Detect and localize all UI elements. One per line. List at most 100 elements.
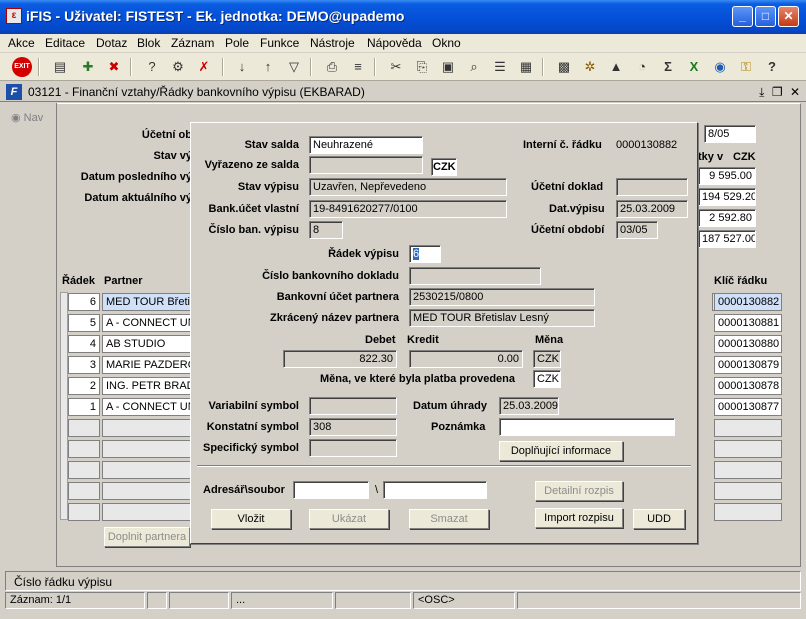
table-row-partner[interactable]: ING. PETR BRADA xyxy=(102,377,192,395)
poznamka-field[interactable] xyxy=(499,418,675,436)
query-icon[interactable]: ? xyxy=(142,57,162,77)
table-row-empty[interactable] xyxy=(102,419,192,437)
table-row-empty[interactable] xyxy=(714,482,782,500)
copy-icon[interactable]: ⎘ xyxy=(412,57,432,77)
ucetni-doklad-field[interactable] xyxy=(616,178,688,196)
execute-query-icon[interactable]: ⚙ xyxy=(168,57,188,77)
table-row-empty[interactable] xyxy=(102,482,192,500)
close-button[interactable]: ✕ xyxy=(778,6,799,27)
cislo-dokladu-field[interactable] xyxy=(409,267,541,285)
menu-nastroje[interactable]: Nástroje xyxy=(310,36,355,50)
form-close-icon[interactable]: ✕ xyxy=(790,85,800,99)
table-row-empty[interactable] xyxy=(68,482,100,500)
poznamka-label: Poznámka xyxy=(431,421,486,433)
status-cell xyxy=(335,592,411,609)
table-row-klic[interactable]: 0000130880 xyxy=(714,335,782,353)
table-row-empty[interactable] xyxy=(102,461,192,479)
stav-salda-field[interactable]: Neuhrazené xyxy=(309,136,423,154)
doplnit-partnera-button[interactable]: Doplnit partnera xyxy=(104,527,190,547)
vyrazeno-mena-field[interactable]: CZK xyxy=(431,158,457,176)
table-row-partner[interactable]: MED TOUR Břetisla xyxy=(102,293,192,311)
table-row-empty[interactable] xyxy=(714,461,782,479)
ukazat-button[interactable]: Ukázat xyxy=(309,509,389,529)
vyrazeno-field[interactable] xyxy=(309,156,423,174)
menu-zaznam[interactable]: Záznam xyxy=(171,36,214,50)
find-icon[interactable]: ⌕ xyxy=(464,57,484,77)
table-row-empty[interactable] xyxy=(714,419,782,437)
sum-icon[interactable]: Σ xyxy=(658,57,678,77)
radek-vypisu-field[interactable]: 6 xyxy=(409,245,441,263)
table-row-empty[interactable] xyxy=(714,440,782,458)
save-icon[interactable]: ▤ xyxy=(50,57,70,77)
import-rozpisu-button[interactable]: Import rozpisu xyxy=(535,508,623,528)
maximize-button[interactable]: □ xyxy=(755,6,776,27)
table-row-empty[interactable] xyxy=(714,503,782,521)
table-row-empty[interactable] xyxy=(68,461,100,479)
menu-editace[interactable]: Editace xyxy=(45,36,85,50)
udd-button[interactable]: UDD xyxy=(633,509,685,529)
table-row-partner[interactable]: AB STUDIO xyxy=(102,335,192,353)
delete-record-icon[interactable]: ✖ xyxy=(104,57,124,77)
table-row-radek[interactable]: 5 xyxy=(68,314,100,332)
form-minimize-icon[interactable]: ⤓ xyxy=(759,85,764,99)
mena-platby-field[interactable]: CZK xyxy=(533,370,561,388)
cut-icon[interactable]: ✂ xyxy=(386,57,406,77)
detailni-rozpis-button[interactable]: Detailní rozpis xyxy=(535,481,623,501)
table-row-klic[interactable]: 0000130879 xyxy=(714,356,782,374)
doplnujici-informace-button[interactable]: Doplňující informace xyxy=(499,441,623,461)
excel-icon[interactable]: X xyxy=(684,57,704,77)
list-icon[interactable]: ≡ xyxy=(348,57,368,77)
bg-period-field[interactable]: 8/05 xyxy=(704,125,756,143)
menu-napoveda[interactable]: Nápověda xyxy=(367,36,422,50)
menu-funkce[interactable]: Funkce xyxy=(260,36,299,50)
table-row-partner[interactable]: A - CONNECT UNE xyxy=(102,314,192,332)
table-row-radek[interactable]: 2 xyxy=(68,377,100,395)
menu-dotaz[interactable]: Dotaz xyxy=(96,36,127,50)
menu-akce[interactable]: Akce xyxy=(8,36,35,50)
adresar-soubor-label: Adresář\soubor xyxy=(203,484,285,496)
table-row-empty[interactable] xyxy=(68,503,100,521)
table-row-empty[interactable] xyxy=(102,440,192,458)
help-icon[interactable]: ? xyxy=(762,57,782,77)
smazat-button[interactable]: Smazat xyxy=(409,509,489,529)
clock-icon[interactable]: ◔ xyxy=(632,57,652,77)
table-row-radek[interactable]: 6 xyxy=(68,293,100,311)
sort-asc-icon[interactable]: ↓ xyxy=(232,57,252,77)
soubor-field[interactable] xyxy=(383,481,487,499)
web-icon[interactable]: ◉ xyxy=(710,57,730,77)
table-row-partner[interactable]: MARIE PAZDEROV xyxy=(102,356,192,374)
table-row-klic[interactable]: 0000130882 xyxy=(714,293,782,311)
sort-desc-icon[interactable]: ↑ xyxy=(258,57,278,77)
nav-label[interactable]: ◉ Nav xyxy=(11,111,43,124)
minimize-button[interactable]: _ xyxy=(732,6,753,27)
table-row-partner[interactable]: A - CONNECT UNE xyxy=(102,398,192,416)
filter-icon[interactable]: ▽ xyxy=(284,57,304,77)
tree-icon[interactable]: ☰ xyxy=(490,57,510,77)
table-row-radek[interactable]: 1 xyxy=(68,398,100,416)
adresar-field[interactable] xyxy=(293,481,369,499)
table-row-klic[interactable]: 0000130881 xyxy=(714,314,782,332)
table-row-klic[interactable]: 0000130877 xyxy=(714,398,782,416)
table-row-klic[interactable]: 0000130878 xyxy=(714,377,782,395)
vlozit-button[interactable]: Vložit xyxy=(211,509,291,529)
cancel-query-icon[interactable]: ✗ xyxy=(194,57,214,77)
table-row-radek[interactable]: 4 xyxy=(68,335,100,353)
menu-okno[interactable]: Okno xyxy=(432,36,461,50)
table-row-radek[interactable]: 3 xyxy=(68,356,100,374)
print-icon[interactable]: ⎙ xyxy=(322,57,342,77)
grid-scrollbar[interactable] xyxy=(60,292,68,520)
table-row-empty[interactable] xyxy=(102,503,192,521)
calculator-icon[interactable]: ▦ xyxy=(516,57,536,77)
settings-icon[interactable]: ▩ xyxy=(554,57,574,77)
help-key-icon[interactable]: ⚿ xyxy=(736,57,756,77)
paste-icon[interactable]: ▣ xyxy=(438,57,458,77)
chart-icon[interactable]: ✲ xyxy=(580,57,600,77)
exit-icon[interactable]: EXIT xyxy=(12,57,32,77)
menu-blok[interactable]: Blok xyxy=(137,36,160,50)
chart-icon[interactable]: ▲ xyxy=(606,57,626,77)
table-row-empty[interactable] xyxy=(68,440,100,458)
table-row-empty[interactable] xyxy=(68,419,100,437)
add-record-icon[interactable]: ✚ xyxy=(78,57,98,77)
menu-pole[interactable]: Pole xyxy=(225,36,249,50)
form-restore-icon[interactable]: ❐ xyxy=(772,85,783,99)
